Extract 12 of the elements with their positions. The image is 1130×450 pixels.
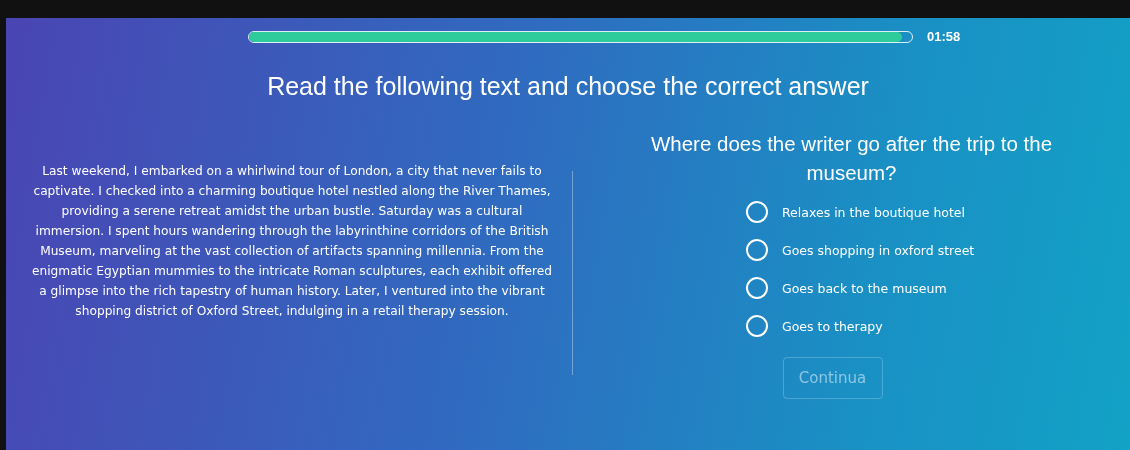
option-label[interactable]: Relaxes in the boutique hotel [782, 204, 966, 220]
reading-passage: Last weekend, I embarked on a whirlwind tour of London, a city that never fails to captivate. I checked into a charming boutique hotel nestled along the River Thames, providing a serene retreat amidst the urban bustle. Saturday was a cultural immersion. I spent hours wandering through the labyrinthine corridors of the British Museum, marveling at the vast collection of artifacts spanning millennia. From the enigmatic Egyptian mummies to the intricate Roman sculptures, each exhibit offered a glimpse into the rich tapestry of human history. Later, I ventured into the vibrant shopping district of Oxford Street, indulging in a retail therapy session. [30, 163, 554, 320]
option-label[interactable]: Goes back to the museum [782, 280, 947, 296]
option-label[interactable]: Goes to therapy [782, 318, 883, 334]
option-label[interactable]: Goes shopping in oxford street [782, 242, 975, 258]
radio-button[interactable] [746, 277, 768, 299]
timer: 01:58 [927, 29, 961, 44]
radio-button[interactable] [746, 239, 768, 261]
radio-button[interactable] [746, 315, 768, 337]
question-text: Where does the writer go after the trip to the museum? [649, 131, 1054, 186]
page-title: Read the following text and choose the correct answer [266, 72, 870, 101]
radio-button[interactable] [746, 201, 768, 223]
